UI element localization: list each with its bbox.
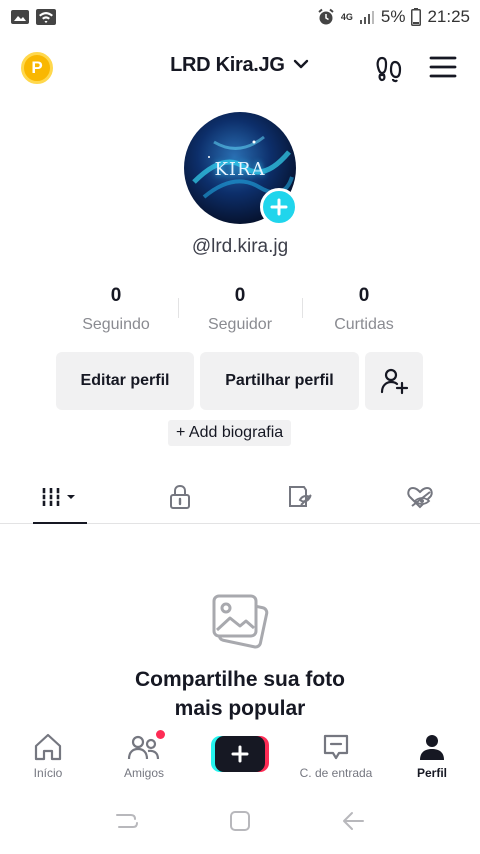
account-switcher[interactable]: LRD Kira.JG [0,54,480,77]
add-bio-button[interactable]: + Add biografia [168,420,292,446]
alarm-icon [317,8,335,26]
add-friend-icon [380,368,409,395]
signal-icon [359,10,375,24]
share-profile-button[interactable]: Partilhar perfil [200,352,359,410]
reposts-icon [289,485,312,507]
profile-icon [420,735,444,760]
nav-label: Perfil [416,766,447,780]
footprint-icon[interactable] [374,53,404,83]
lock-icon [170,484,190,509]
create-icon [215,736,265,772]
liked-icon [407,486,433,508]
add-friend-button[interactable] [365,352,423,410]
notification-dot [156,730,165,739]
profile-handle: @lrd.kira.jg [191,236,289,257]
stat-value: 0 [358,285,370,306]
bottom-nav: Início Amigos C. de entrada Perfil [0,728,480,788]
stat-likes[interactable]: 0 Curtidas [302,284,426,338]
clock: 21:25 [427,7,470,26]
stat-following[interactable]: 0 Seguindo [54,284,178,338]
edit-profile-button[interactable]: Editar perfil [56,352,194,410]
tab-private[interactable] [120,470,240,523]
stat-label: Seguindo [82,316,150,333]
status-left [10,9,56,25]
nav-create[interactable] [192,728,288,788]
status-right: 4G 5% 21:25 [317,7,470,27]
menu-icon[interactable] [428,54,458,80]
nav-home[interactable]: Início [0,728,96,788]
profile-actions: Editar perfil Partilhar perfil [56,352,423,410]
stat-value: 0 [234,285,246,306]
avatar-text: KIRA [214,159,266,180]
nav-label: Início [33,766,63,780]
stat-label: Seguidor [207,316,273,333]
stat-followers[interactable]: 0 Seguidor [178,284,302,338]
nav-label: C. de entrada [299,766,373,780]
gallery-icon [10,9,30,25]
tab-reposts[interactable] [240,470,360,523]
home-icon [34,733,62,761]
username-label: LRD Kira.JG [170,54,285,76]
profile-tabs [0,470,480,524]
nav-inbox[interactable]: C. de entrada [288,728,384,788]
photo-placeholder-icon [208,590,272,654]
back-arrow-icon[interactable] [339,809,367,838]
videos-grid-icon [42,487,75,506]
battery-percent: 5% [380,7,406,26]
nav-profile[interactable]: Perfil [384,728,480,788]
battery-icon [411,8,422,26]
recent-apps-icon[interactable] [113,809,141,838]
profile-header: P LRD Kira.JG [0,46,480,90]
empty-state-line2: mais popular [174,697,306,720]
home-square-icon[interactable] [227,808,253,839]
empty-state-line1: Compartilhe sua foto [134,668,345,691]
create-button[interactable] [211,736,269,772]
stat-value: 0 [110,285,122,306]
status-bar: 4G 5% 21:25 [0,0,480,34]
avatar-container: KIRA [184,112,298,226]
nav-label: Amigos [123,766,164,780]
chevron-down-icon [292,54,310,77]
system-nav [0,800,480,846]
add-avatar-button[interactable] [260,188,298,226]
profile-stats: 0 Seguindo 0 Seguidor 0 Curtidas [54,284,426,338]
nav-friends[interactable]: Amigos [96,728,192,788]
tab-videos[interactable] [0,470,120,524]
inbox-icon [323,734,349,760]
empty-state-title: Compartilhe sua foto mais popular [0,665,480,723]
wifi-icon [36,9,56,25]
tab-liked[interactable] [360,470,480,523]
stat-label: Curtidas [334,316,394,333]
plus-icon [270,198,288,216]
network-type: 4G [340,11,353,22]
